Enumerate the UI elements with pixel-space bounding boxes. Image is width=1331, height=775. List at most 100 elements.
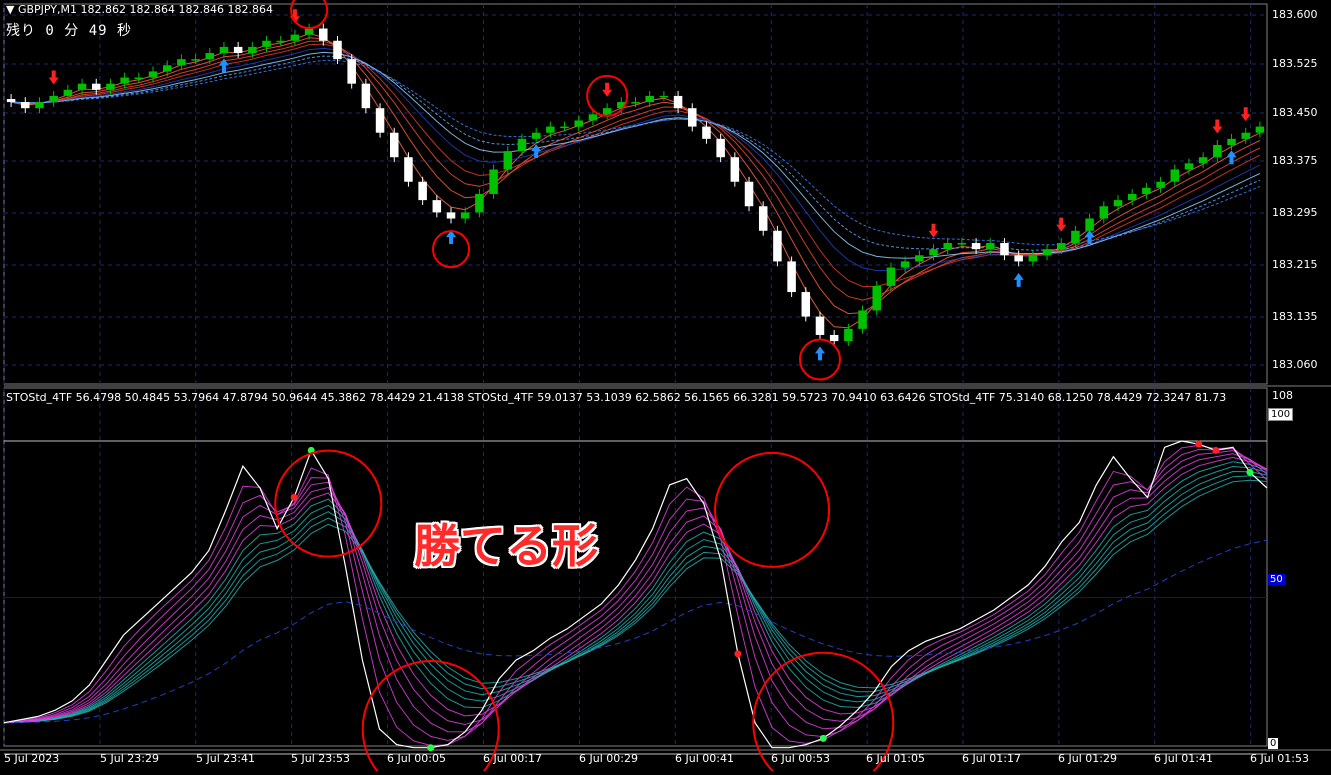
time-label: 6 Jul 00:41 [675, 752, 734, 765]
time-label: 6 Jul 01:53 [1250, 752, 1309, 765]
time-label: 5 Jul 2023 [4, 752, 60, 765]
candle-body [801, 292, 811, 317]
candle-body [815, 316, 825, 335]
annotation-caption: 勝てる形 [414, 519, 598, 573]
sell-arrow-icon [1240, 107, 1251, 122]
candle-body [758, 206, 768, 231]
candle-body [333, 40, 342, 60]
oscillator-band-line [3, 461, 1268, 724]
candle-body [1170, 169, 1180, 182]
main-pane-frame [3, 3, 1268, 385]
candle-body [233, 46, 243, 54]
price-label: 183.450 [1272, 106, 1318, 119]
candle-body [659, 95, 669, 98]
candle-body [602, 108, 612, 115]
candle-body [631, 102, 640, 104]
candle-body [1113, 200, 1123, 207]
candle-body [702, 126, 711, 139]
candle-body [49, 95, 58, 103]
sell-arrow-icon [928, 223, 939, 238]
candle-body [248, 46, 257, 54]
candle-body [475, 194, 484, 213]
candle-body [1056, 243, 1066, 250]
candle-body [1241, 132, 1250, 139]
highlight-circle [714, 451, 831, 568]
time-label: 6 Jul 00:53 [771, 752, 830, 765]
candle-body [503, 151, 513, 170]
candle-body [986, 243, 995, 250]
candle-body [460, 212, 470, 219]
buy-arrow-icon [1226, 150, 1237, 165]
candle-body [276, 40, 285, 43]
candle-body [21, 102, 30, 109]
candle-body [177, 59, 186, 66]
candle-body [929, 249, 938, 256]
candle-body [546, 126, 555, 133]
oscillator-signal-dot [819, 734, 827, 742]
candle-body [943, 243, 952, 250]
candle-body [404, 157, 413, 182]
candle-body [1028, 255, 1038, 262]
moving-average-line [10, 33, 1261, 329]
candle-body [1142, 187, 1151, 194]
oscillator-level-0-badge: 0 [1268, 738, 1279, 749]
time-label: 5 Jul 23:29 [100, 752, 159, 765]
candle-body [134, 77, 144, 80]
oscillator-band-line [3, 475, 1268, 724]
oscillator-level-100-badge: 100 [1268, 408, 1294, 421]
oscillator-signal-dot [290, 493, 298, 501]
moving-average-line [11, 51, 1261, 259]
time-label: 6 Jul 01:05 [866, 752, 925, 765]
time-label: 6 Jul 00:29 [579, 752, 638, 765]
candle-body [262, 40, 271, 47]
candle-body [361, 83, 371, 109]
candle-body [645, 95, 654, 103]
candle-body [744, 181, 754, 207]
time-label: 5 Jul 23:53 [291, 752, 350, 765]
oscillator-signal-dot [734, 650, 742, 658]
candle-body [1213, 144, 1222, 158]
symbol-title[interactable]: ▼ GBPJPY,M1 182.862 182.864 182.846 182.… [6, 3, 273, 16]
candle-body [844, 328, 853, 342]
oscillator-band-line [3, 450, 1268, 733]
candle-body [1198, 157, 1208, 164]
moving-average-line [11, 40, 1261, 301]
candle-body [730, 157, 740, 182]
candle-body [716, 138, 725, 158]
candle-body [858, 310, 867, 329]
candle-body [517, 138, 527, 152]
candle-body [432, 200, 442, 213]
candle-body [1127, 194, 1137, 201]
oscillator-signal-dot [427, 744, 435, 752]
candle-body [219, 46, 229, 54]
candle-body [63, 89, 73, 96]
buy-arrow-icon [1013, 272, 1024, 287]
sell-arrow-icon [1212, 119, 1223, 134]
oscillator-band-line [3, 479, 1268, 724]
sell-arrow-icon [48, 70, 59, 85]
candle-body [319, 28, 328, 41]
candle-body [1014, 255, 1023, 262]
candle-body [886, 267, 896, 286]
time-label: 6 Jul 00:17 [483, 752, 542, 765]
time-label: 6 Jul 01:29 [1058, 752, 1117, 765]
candle-body [1156, 181, 1165, 188]
candle-body [560, 126, 569, 129]
price-label: 183.135 [1272, 310, 1318, 323]
chart-canvas [0, 0, 1331, 775]
oscillator-signal-dot [1212, 446, 1220, 454]
candle-body [77, 83, 87, 90]
oscillator-band-line [3, 456, 1268, 724]
candle-body [1085, 218, 1094, 231]
candle-body [418, 181, 427, 201]
oscillator-signal-dot [1195, 440, 1203, 448]
candle-body [1071, 230, 1080, 244]
candle-body [1227, 138, 1236, 145]
oscillator-title: STOStd_4TF 56.4798 50.4845 53.7964 47.87… [6, 391, 1227, 404]
price-label: 183.060 [1272, 358, 1318, 371]
candle-body [162, 65, 172, 72]
candle-body [347, 59, 356, 84]
price-label: 183.215 [1272, 258, 1318, 271]
candle-body [531, 132, 541, 139]
candle-body [900, 261, 910, 268]
